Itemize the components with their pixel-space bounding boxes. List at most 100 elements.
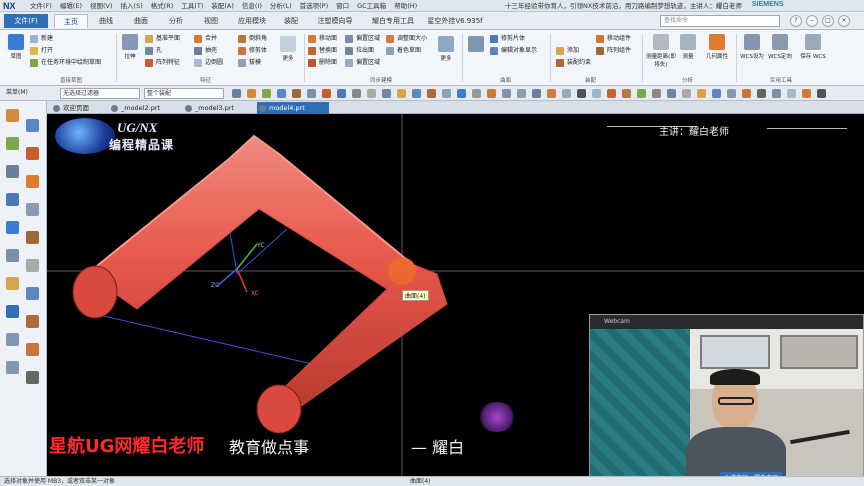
menu-item-12[interactable]: 帮助(H) [394, 0, 417, 12]
command-search-input[interactable]: 查找命令 [660, 15, 780, 27]
toolbar-tool-icon[interactable] [667, 89, 676, 98]
pattern-feature-button[interactable]: 阵列特征 [145, 58, 180, 68]
unite-button[interactable]: 合并 [194, 34, 217, 44]
toolbar-tool-icon[interactable] [262, 89, 271, 98]
geometry-properties-button[interactable]: 几何属性 [702, 34, 732, 60]
toolbar-tool-icon[interactable] [622, 89, 631, 98]
toolbar-tool-icon[interactable] [337, 89, 346, 98]
selection-filter-dropdown[interactable]: 无选择过滤器 [60, 88, 140, 99]
navigator-tool-icon[interactable] [26, 343, 39, 356]
toolbar-tool-icon[interactable] [682, 89, 691, 98]
pattern-component-button[interactable]: 阵列组件 [596, 46, 631, 56]
replace-face-button[interactable]: 替换面 [308, 46, 337, 56]
menu-item-8[interactable]: 分析(L) [270, 0, 292, 12]
navigator-tool-icon[interactable] [26, 259, 39, 272]
toolbar-tool-icon[interactable] [757, 89, 766, 98]
toolbar-tool-icon[interactable] [562, 89, 571, 98]
toolbar-tool-icon[interactable] [502, 89, 511, 98]
toolbar-tool-icon[interactable] [547, 89, 556, 98]
hole-button[interactable]: 孔 [145, 46, 162, 56]
toolbar-tool-icon[interactable] [517, 89, 526, 98]
assembly-scope-dropdown[interactable]: 整个装配 [144, 88, 224, 99]
tab-4[interactable]: 视图 [194, 14, 228, 28]
toolbar-tool-icon[interactable] [727, 89, 736, 98]
move-component-button[interactable]: 移动组件 [596, 34, 631, 44]
menu-item-5[interactable]: 工具(T) [181, 0, 203, 12]
trim-body-button[interactable]: 修剪体 [238, 46, 267, 56]
sketch-button[interactable]: 草图 [4, 34, 28, 60]
toolbar-tool-icon[interactable] [787, 89, 796, 98]
navigator-tool-icon[interactable] [6, 165, 19, 178]
navigator-tool-icon[interactable] [6, 333, 19, 346]
toolbar-tool-icon[interactable] [277, 89, 286, 98]
offset-region-button[interactable]: 偏置区域 [345, 34, 380, 44]
toolbar-tool-icon[interactable] [802, 89, 811, 98]
tab-1[interactable]: 曲线 [90, 14, 122, 28]
navigator-tool-icon[interactable] [6, 137, 19, 150]
navigator-tool-icon[interactable] [26, 315, 39, 328]
toolbar-tool-icon[interactable] [532, 89, 541, 98]
tab-3[interactable]: 分析 [160, 14, 192, 28]
measure-distance-button[interactable]: 测量距离(即将失) [646, 34, 676, 68]
chamfer-button[interactable]: 倒斜角 [238, 34, 267, 44]
restore-icon[interactable]: □ [822, 15, 834, 27]
menu-item-7[interactable]: 信息(I) [242, 0, 262, 12]
navigator-tool-icon[interactable] [26, 371, 39, 384]
measure-button[interactable]: 测量 [676, 34, 700, 60]
tab-file[interactable]: 文件(F) [4, 14, 48, 28]
toolbar-tool-icon[interactable] [412, 89, 421, 98]
menu-item-9[interactable]: 首选项(P) [300, 0, 329, 12]
edit-object-display-button[interactable]: 编辑对象显示 [490, 46, 537, 56]
menu-item-4[interactable]: 格式(R) [151, 0, 174, 12]
tab-9[interactable]: 星空外挂V6.935f [424, 14, 486, 28]
tab-5[interactable]: 应用模块 [230, 14, 274, 28]
toolbar-tool-icon[interactable] [367, 89, 376, 98]
toolbar-tool-icon[interactable] [457, 89, 466, 98]
help-icon[interactable]: ? [790, 15, 802, 27]
navigator-tool-icon[interactable] [6, 221, 19, 234]
toolbar-tool-icon[interactable] [742, 89, 751, 98]
move-face-button[interactable]: 移动面 [308, 34, 337, 44]
navigator-tool-icon[interactable] [6, 277, 19, 290]
wcs-set-button[interactable]: WCS设为 [740, 34, 764, 60]
toolbar-tool-icon[interactable] [382, 89, 391, 98]
tab-2[interactable]: 曲面 [124, 14, 158, 28]
shaded-sketch-button[interactable]: 着色草图 [386, 46, 421, 56]
menu-item-1[interactable]: 编辑(E) [60, 0, 82, 12]
toolbar-tool-icon[interactable] [817, 89, 826, 98]
datum-plane-button[interactable]: 基准平面 [145, 34, 180, 44]
delete-face-button[interactable]: 删除面 [308, 58, 337, 68]
navigator-tool-icon[interactable] [26, 231, 39, 244]
doc-tab-model2[interactable]: _model2.prt [109, 102, 181, 114]
tab-0[interactable]: 主页 [54, 14, 88, 28]
toolbar-tool-icon[interactable] [697, 89, 706, 98]
menu-item-3[interactable]: 插入(S) [121, 0, 143, 12]
menu-item-11[interactable]: GC工具箱 [357, 0, 386, 12]
doc-tab-model3[interactable]: _model3.prt [183, 102, 255, 114]
navigator-tool-icon[interactable] [6, 109, 19, 122]
toolbar-tool-icon[interactable] [232, 89, 241, 98]
toolbar-tool-icon[interactable] [652, 89, 661, 98]
toolbar-tool-icon[interactable] [247, 89, 256, 98]
toolbar-tool-icon[interactable] [772, 89, 781, 98]
resize-face-button[interactable]: 调整面大小 [386, 34, 427, 44]
toolbar-tool-icon[interactable] [397, 89, 406, 98]
menu-button[interactable]: 菜单(M) [4, 88, 54, 99]
menu-item-0[interactable]: 文件(F) [30, 0, 52, 12]
toolbar-tool-icon[interactable] [712, 89, 721, 98]
navigator-tool-icon[interactable] [26, 175, 39, 188]
menu-item-6[interactable]: 装配(A) [211, 0, 234, 12]
toolbar-tool-icon[interactable] [292, 89, 301, 98]
trim-sheet-button[interactable]: 修剪片体 [490, 34, 525, 44]
edge-blend-button[interactable]: 边倒圆 [194, 58, 223, 68]
toolbar-tool-icon[interactable] [487, 89, 496, 98]
menu-item-2[interactable]: 视图(V) [90, 0, 113, 12]
extrude-button[interactable]: 拉伸 [118, 34, 142, 60]
toolbar-tool-icon[interactable] [322, 89, 331, 98]
menu-item-10[interactable]: 窗口 [336, 0, 349, 12]
surface-button[interactable] [464, 36, 488, 54]
wcs-orient-button[interactable]: WCS定向 [768, 34, 792, 60]
more-sync-button[interactable]: 更多 [434, 36, 458, 62]
add-component-button[interactable]: 添加 [556, 46, 579, 56]
offset-region-2-button[interactable]: 偏置区域 [345, 58, 380, 68]
